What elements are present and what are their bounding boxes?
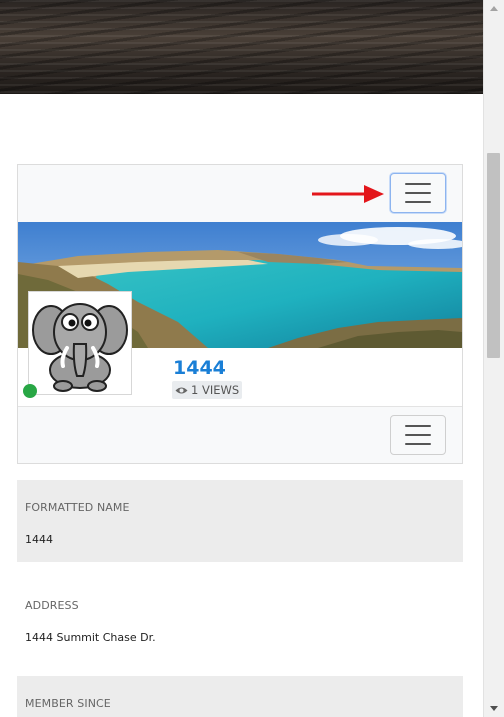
scroll-up-arrow-icon[interactable] — [490, 6, 498, 11]
hamburger-icon-line — [405, 443, 431, 445]
eye-icon — [175, 387, 188, 393]
scroll-thumb[interactable] — [487, 153, 500, 358]
detail-value: 1444 Summit Chase Dr. — [25, 631, 156, 644]
detail-value: 1444 — [25, 533, 53, 546]
hamburger-icon-line — [405, 434, 431, 436]
profile-card: 1444 1 VIEWS — [17, 164, 463, 464]
header-banner-image — [0, 0, 483, 94]
red-arrow-annotation-icon — [312, 185, 384, 203]
scroll-down-arrow-icon[interactable] — [490, 706, 498, 711]
detail-section-address: ADDRESS 1444 Summit Chase Dr. — [17, 578, 463, 660]
hamburger-icon-line — [405, 201, 431, 203]
online-status-dot — [23, 384, 37, 398]
views-badge: 1 VIEWS — [172, 381, 243, 399]
hamburger-icon-line — [405, 192, 431, 194]
avatar[interactable] — [28, 291, 132, 395]
elephant-avatar-icon — [32, 303, 128, 392]
detail-section-member-since: MEMBER SINCE — [17, 676, 463, 717]
vertical-scrollbar[interactable] — [483, 0, 504, 717]
top-menu-toggle-button[interactable] — [390, 173, 446, 213]
detail-label: ADDRESS — [25, 599, 79, 612]
hamburger-icon-line — [405, 425, 431, 427]
detail-label: MEMBER SINCE — [25, 697, 111, 710]
hamburger-icon-line — [405, 183, 431, 185]
bottom-menu-toggle-button[interactable] — [390, 415, 446, 455]
member-name-link[interactable]: 1444 — [173, 357, 226, 379]
views-count: 1 VIEWS — [191, 383, 240, 397]
detail-section-formatted-name: FORMATTED NAME 1444 — [17, 480, 463, 562]
detail-label: FORMATTED NAME — [25, 501, 130, 514]
